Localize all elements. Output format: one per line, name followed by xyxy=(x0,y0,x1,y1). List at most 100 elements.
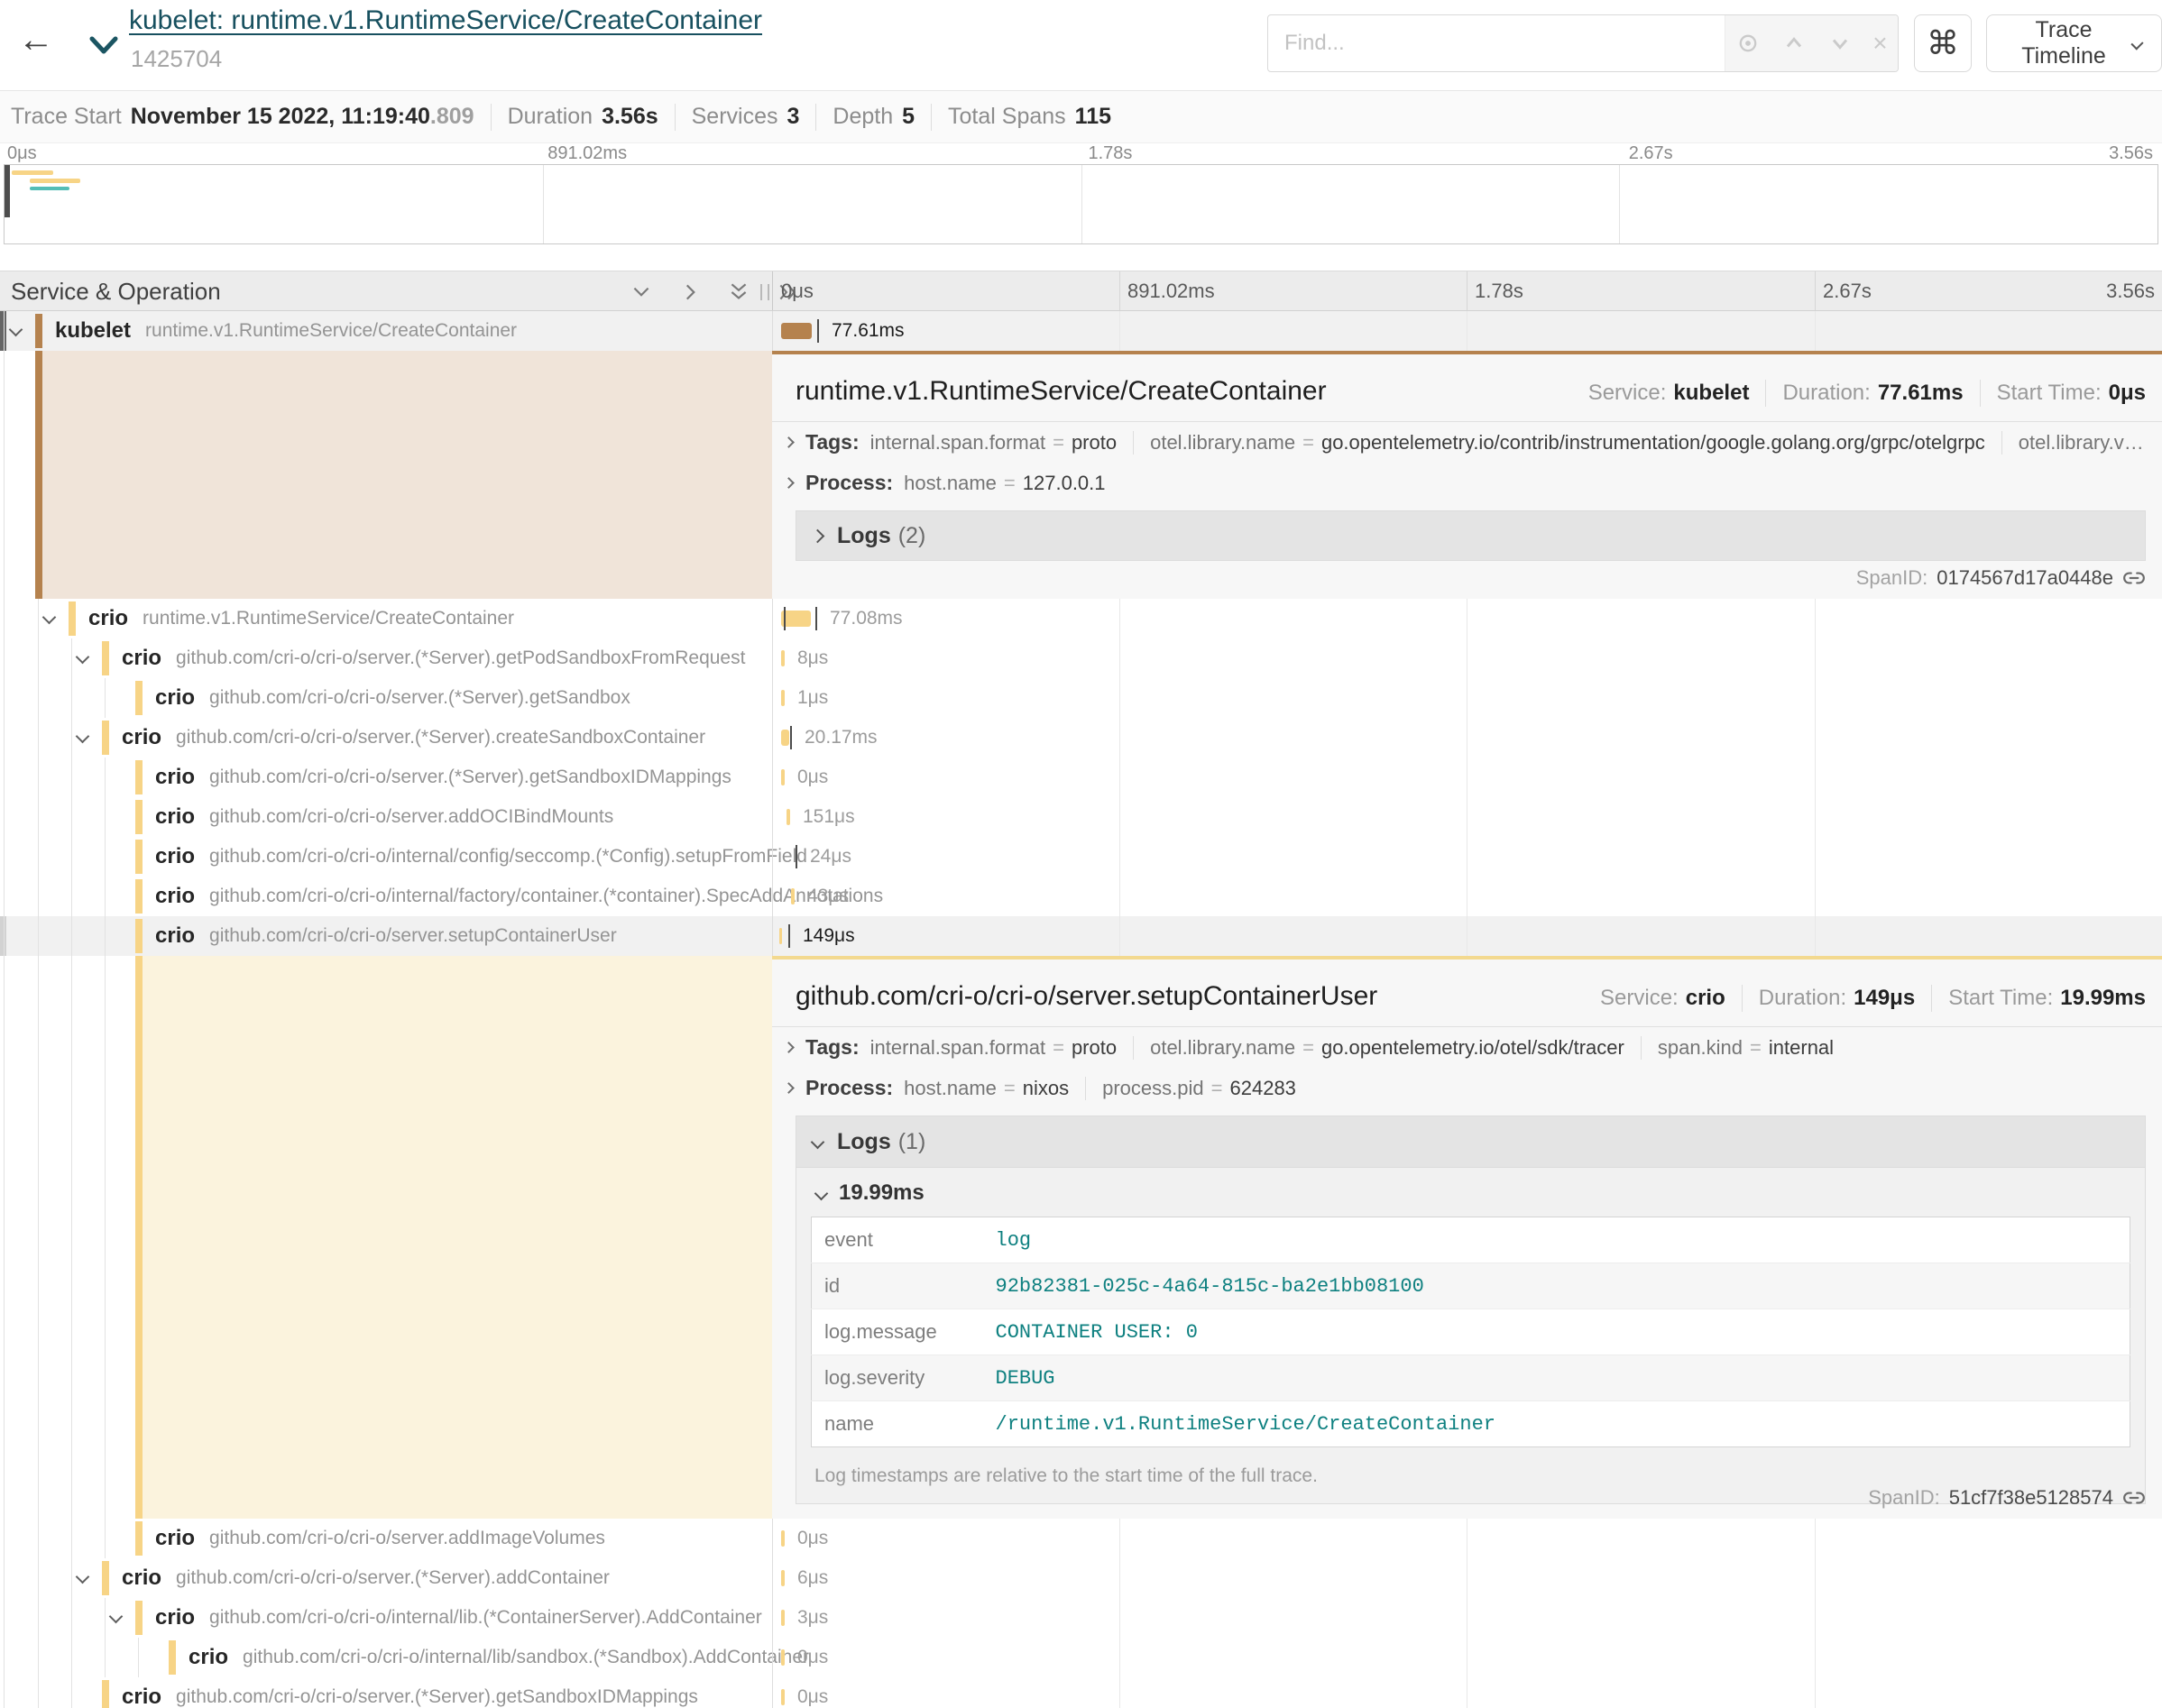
span-row-label: criogithub.com/cri-o/cri-o/server.(*Serv… xyxy=(155,758,731,797)
span-duration-bar[interactable] xyxy=(791,888,795,905)
timeline-minimap[interactable] xyxy=(4,164,2158,244)
expand-chevron-icon[interactable] xyxy=(76,1570,90,1584)
keyboard-shortcuts-button[interactable]: ⌘ xyxy=(1914,14,1972,72)
log-field-row: log.severityDEBUG xyxy=(812,1355,2130,1401)
span-row[interactable]: criogithub.com/cri-o/cri-o/server.(*Serv… xyxy=(0,1677,2162,1708)
service-value: crio xyxy=(1686,986,1725,1011)
span-row[interactable]: criogithub.com/cri-o/cri-o/internal/fact… xyxy=(0,877,2162,916)
service-color-bar xyxy=(135,800,143,834)
span-row-label: criogithub.com/cri-o/cri-o/internal/lib.… xyxy=(155,1598,762,1638)
locate-span-icon[interactable] xyxy=(1735,31,1761,56)
span-duration-bar[interactable] xyxy=(787,809,790,825)
log-field-value: log xyxy=(983,1217,2130,1263)
span-row[interactable]: criogithub.com/cri-o/cri-o/server.(*Serv… xyxy=(0,678,2162,718)
expand-chevron-icon[interactable] xyxy=(42,611,57,625)
logs-toggle[interactable]: Logs (2) xyxy=(796,510,2146,561)
kv-item: internal.span.format=proto xyxy=(870,431,1117,455)
span-boundary-tick xyxy=(790,726,792,749)
timeline-gridline xyxy=(1119,599,1120,956)
tags-label: Tags: xyxy=(805,1035,860,1060)
span-duration-bar[interactable] xyxy=(781,1689,785,1705)
services-value: 3 xyxy=(787,104,800,130)
service-label: Service: xyxy=(1588,381,1667,406)
span-duration-label: 0μs xyxy=(797,1686,828,1708)
expand-chevron-icon[interactable] xyxy=(76,730,90,744)
span-row[interactable]: criogithub.com/cri-o/cri-o/server.setupC… xyxy=(0,916,2162,956)
span-row[interactable]: criogithub.com/cri-o/cri-o/server.(*Serv… xyxy=(0,718,2162,758)
span-row[interactable]: criogithub.com/cri-o/cri-o/internal/lib/… xyxy=(0,1638,2162,1677)
copy-link-icon[interactable] xyxy=(2122,566,2146,590)
span-duration-label: 0μs xyxy=(797,767,828,788)
equals-sign: = xyxy=(1302,1036,1314,1060)
expand-chevron-icon[interactable] xyxy=(9,323,23,337)
logs-toggle[interactable]: Logs (1) xyxy=(796,1116,2145,1167)
span-row[interactable]: crioruntime.v1.RuntimeService/CreateCont… xyxy=(0,599,2162,638)
span-duration-bar[interactable] xyxy=(781,650,785,666)
span-row-label: criogithub.com/cri-o/cri-o/server.(*Serv… xyxy=(122,1677,698,1708)
log-fields-table: eventlogid92b82381-025c-4a64-815c-ba2e1b… xyxy=(811,1217,2130,1447)
kv-item: internal.span.format=proto xyxy=(870,1036,1117,1060)
next-result-icon[interactable] xyxy=(1827,31,1853,56)
clear-find-icon[interactable]: × xyxy=(1872,31,1887,56)
expand-chevron-icon[interactable] xyxy=(76,650,90,665)
span-duration-bar[interactable] xyxy=(781,690,785,706)
log-entry-toggle[interactable]: 19.99ms xyxy=(811,1170,2130,1217)
collapse-trace-chevron-icon[interactable] xyxy=(88,34,119,60)
log-field-row: name/runtime.v1.RuntimeService/CreateCon… xyxy=(812,1401,2130,1447)
divider xyxy=(931,104,932,131)
span-duration-label: 1μs xyxy=(797,687,828,709)
find-input[interactable] xyxy=(1268,15,1725,71)
back-button[interactable]: ← xyxy=(18,20,54,60)
span-row[interactable]: criogithub.com/cri-o/cri-o/server.(*Serv… xyxy=(0,638,2162,678)
tree-guide-line xyxy=(71,758,72,797)
span-duration-bar[interactable] xyxy=(779,928,782,944)
operation-name: github.com/cri-o/cri-o/server.addOCIBind… xyxy=(209,806,613,828)
span-row[interactable]: criogithub.com/cri-o/cri-o/server.addIma… xyxy=(0,1519,2162,1558)
span-row-label: kubeletruntime.v1.RuntimeService/CreateC… xyxy=(55,311,517,351)
span-row[interactable]: criogithub.com/cri-o/cri-o/internal/conf… xyxy=(0,837,2162,877)
divider xyxy=(1765,380,1766,407)
kv-item: otel.library.v… xyxy=(2019,431,2144,455)
tags-row[interactable]: Tags: internal.span.format=proto otel.lib… xyxy=(772,1027,2162,1068)
span-duration-bar[interactable] xyxy=(781,1530,785,1547)
column-resize-handle[interactable] xyxy=(760,284,769,300)
chevron-right-icon xyxy=(783,436,795,448)
tree-guide-line xyxy=(105,1638,106,1677)
collapse-one-icon[interactable] xyxy=(630,280,653,304)
process-row[interactable]: Process: host.name=127.0.0.1 xyxy=(772,463,2162,503)
tree-guide-line xyxy=(38,956,39,1519)
span-duration-label: 3μs xyxy=(797,1607,828,1629)
collapse-all-icon[interactable] xyxy=(727,280,750,304)
service-name: crio xyxy=(88,606,128,631)
detail-left-fill xyxy=(143,956,772,1519)
span-duration-bar[interactable] xyxy=(781,769,785,785)
expand-one-icon[interactable] xyxy=(678,280,702,304)
divider xyxy=(1980,380,1981,407)
span-duration-bar[interactable] xyxy=(781,1570,785,1586)
span-duration-bar[interactable] xyxy=(781,1649,785,1666)
tree-guide-line xyxy=(71,797,72,837)
prev-result-icon[interactable] xyxy=(1781,31,1807,56)
span-row[interactable]: kubeletruntime.v1.RuntimeService/CreateC… xyxy=(0,311,2162,351)
trace-title-link[interactable]: kubelet: runtime.v1.RuntimeService/Creat… xyxy=(129,5,762,35)
span-row[interactable]: criogithub.com/cri-o/cri-o/server.(*Serv… xyxy=(0,758,2162,797)
expand-chevron-icon[interactable] xyxy=(109,1610,124,1624)
tree-guide-line xyxy=(4,351,5,599)
log-field-value: CONTAINER USER: 0 xyxy=(983,1309,2130,1355)
span-row[interactable]: criogithub.com/cri-o/cri-o/server.addOCI… xyxy=(0,797,2162,837)
span-duration-bar[interactable] xyxy=(781,730,789,746)
duration-label: Duration: xyxy=(1782,381,1870,406)
span-detail-title: runtime.v1.RuntimeService/CreateContaine… xyxy=(796,376,1327,407)
detail-left-fill xyxy=(42,351,772,599)
trace-view-selector[interactable]: Trace Timeline xyxy=(1986,14,2162,72)
span-duration-bar[interactable] xyxy=(781,323,812,339)
copy-link-icon[interactable] xyxy=(2122,1486,2146,1510)
process-list: host.name=127.0.0.1 xyxy=(904,472,1105,495)
process-row[interactable]: Process: host.name=nixosprocess.pid=6242… xyxy=(772,1068,2162,1108)
span-duration-bar[interactable] xyxy=(781,1610,785,1626)
kv-key: otel.library.name xyxy=(1150,1036,1295,1060)
tags-row[interactable]: Tags: internal.span.format=protootel.lib… xyxy=(772,422,2162,463)
span-row[interactable]: criogithub.com/cri-o/cri-o/server.(*Serv… xyxy=(0,1558,2162,1598)
span-row[interactable]: criogithub.com/cri-o/cri-o/internal/lib.… xyxy=(0,1598,2162,1638)
minimap-view-scrubber[interactable] xyxy=(5,165,10,217)
